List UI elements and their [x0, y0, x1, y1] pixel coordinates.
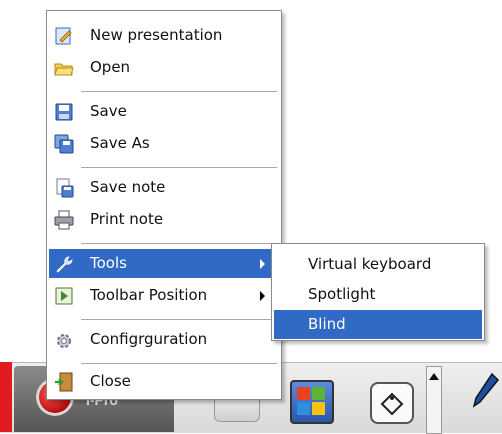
menu-item-print-note[interactable]: Print note [49, 205, 279, 234]
submenu-item-label: Spotlight [308, 285, 376, 303]
menu-item-label: Save note [90, 178, 166, 196]
open-folder-icon [54, 63, 74, 76]
scroll-up-arrow-icon[interactable] [429, 373, 439, 380]
submenu-item-virtual-keyboard[interactable]: Virtual keyboard [274, 250, 482, 279]
menu-item-label: Tools [90, 254, 127, 272]
menu-separator [81, 91, 277, 92]
printer-icon [54, 210, 74, 230]
submenu-item-spotlight[interactable]: Spotlight [274, 280, 482, 309]
menu-item-label: Configrguration [90, 330, 208, 348]
tools-submenu: Virtual keyboard Spotlight Blind [271, 243, 485, 341]
paint-bucket-icon[interactable] [370, 382, 414, 424]
windows-logo-icon[interactable] [290, 380, 334, 424]
gear-icon [57, 334, 71, 348]
menu-separator [81, 167, 277, 168]
menu-item-save-as[interactable]: Save As [49, 129, 279, 158]
menu-separator [81, 319, 277, 320]
menu-item-tools[interactable]: Tools [49, 249, 279, 278]
new-presentation-icon [55, 27, 72, 45]
menu-item-new-presentation[interactable]: New presentation [49, 21, 279, 50]
taskbar-scrollbar[interactable] [426, 366, 442, 434]
submenu-arrow-icon [260, 259, 265, 269]
menu-item-label: Print note [90, 210, 164, 228]
menu-item-save[interactable]: Save [49, 97, 279, 126]
submenu-item-label: Blind [308, 315, 346, 333]
context-menu: New presentation Open Save Save As Save … [46, 10, 282, 400]
submenu-item-blind[interactable]: Blind [274, 310, 482, 339]
menu-item-label: Open [90, 58, 131, 76]
toolbar-position-icon [55, 287, 73, 305]
submenu-arrow-icon [260, 291, 265, 301]
menu-item-close[interactable]: Close [49, 367, 279, 396]
menu-item-toolbar-position[interactable]: Toolbar Position [49, 281, 279, 310]
wrench-icon [56, 256, 73, 273]
menu-item-configuration[interactable]: Configrguration [49, 325, 279, 354]
menu-separator [81, 243, 277, 244]
save-disk-icon [55, 103, 73, 121]
menu-item-label: Close [90, 372, 131, 390]
menu-item-label: New presentation [90, 26, 223, 44]
taskbar-accent-bar [0, 362, 12, 432]
menu-item-open[interactable]: Open [49, 53, 279, 82]
menu-item-save-note[interactable]: Save note [49, 173, 279, 202]
menu-item-label: Toolbar Position [90, 286, 208, 304]
menu-item-label: Save As [90, 134, 150, 152]
exit-door-icon [55, 372, 73, 392]
menu-item-label: Save [90, 102, 127, 120]
save-note-icon [56, 178, 74, 198]
submenu-item-label: Virtual keyboard [308, 255, 432, 273]
menu-separator [81, 363, 277, 364]
save-as-icon [54, 134, 74, 154]
pen-icon[interactable] [470, 372, 500, 412]
